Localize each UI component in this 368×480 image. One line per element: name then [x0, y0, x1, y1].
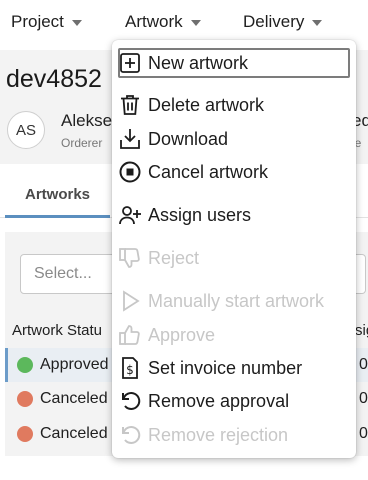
play-icon [118, 289, 142, 313]
menu-item-remove-approval[interactable]: Remove approval [118, 386, 350, 416]
user-name: Alekse [61, 111, 113, 130]
menu-item-cancel-artwork[interactable]: Cancel artwork [118, 157, 350, 187]
status-dot-approved [17, 357, 33, 373]
plus-square-icon [118, 51, 142, 75]
menu-item-manually-start-artwork[interactable]: Manually start artwork [118, 286, 350, 316]
stop-circle-icon [118, 160, 142, 184]
menu-item-set-invoice-number[interactable]: $ Set invoice number [118, 353, 350, 383]
menu-item-label: Approve [148, 324, 216, 345]
menu-item-label: Remove approval [148, 390, 290, 411]
menu-item-label: Delete artwork [148, 94, 265, 115]
status-dot-canceled [17, 391, 33, 407]
caret-down-icon [71, 20, 82, 26]
menu-bar: Project Artwork Delivery [0, 0, 368, 44]
menu-item-label: Remove rejection [148, 424, 289, 445]
delivery-menu-trigger[interactable]: Delivery [243, 10, 323, 34]
thumbs-up-icon [118, 323, 142, 347]
caret-down-icon [190, 20, 201, 26]
undo-icon [118, 389, 142, 413]
artwork-menu-dropdown: New artwork Delete artwork Download Canc… [112, 40, 356, 458]
active-tab-indicator [5, 215, 110, 218]
status-label: Canceled [40, 390, 108, 407]
delivery-menu-label: Delivery [243, 12, 305, 31]
menu-item-new-artwork[interactable]: New artwork [118, 48, 350, 78]
download-icon [118, 127, 142, 151]
menu-item-assign-users[interactable]: Assign users [118, 200, 350, 230]
row-date: 0/1 [359, 425, 368, 442]
tab-artworks[interactable]: Artworks [5, 170, 110, 218]
status-dot-canceled [17, 426, 33, 442]
menu-item-label: New artwork [148, 52, 249, 73]
menu-item-label: Manually start artwork [148, 290, 325, 311]
menu-item-label: Cancel artwork [148, 161, 269, 182]
thumbs-down-icon [118, 246, 142, 270]
page-title: dev4852 [6, 65, 102, 93]
menu-item-reject[interactable]: Reject [118, 243, 350, 273]
svg-text:$: $ [126, 363, 134, 377]
menu-item-label: Set invoice number [148, 357, 303, 378]
artwork-menu-trigger[interactable]: Artwork [125, 10, 201, 34]
column-header-status[interactable]: Artwork Statu [12, 322, 102, 339]
caret-down-icon [312, 20, 323, 26]
menu-item-label: Assign users [148, 204, 252, 225]
project-menu-label: Project [11, 12, 64, 31]
undo-icon [118, 423, 142, 447]
menu-item-delete-artwork[interactable]: Delete artwork [118, 90, 350, 120]
status-label: Canceled [40, 425, 108, 442]
selected-row-indicator [5, 348, 8, 382]
page: Project Artwork Delivery dev4852 AS Alek… [0, 0, 368, 480]
menu-item-label: Download [148, 128, 229, 149]
trash-icon [118, 93, 142, 117]
menu-item-download[interactable]: Download [118, 124, 350, 154]
project-menu-trigger[interactable]: Project [11, 10, 82, 34]
user-role: Orderer [61, 136, 103, 150]
menu-item-label: Reject [148, 247, 200, 268]
column-header-assigned[interactable]: sig [355, 322, 368, 339]
row-date: 0/1 [359, 356, 368, 373]
menu-item-approve[interactable]: Approve [118, 320, 350, 350]
status-label: Approved [40, 356, 109, 373]
row-date: 0/0 [359, 390, 368, 407]
invoice-icon: $ [118, 356, 142, 380]
user-plus-icon [118, 203, 142, 227]
menu-item-remove-rejection[interactable]: Remove rejection [118, 420, 350, 450]
avatar[interactable]: AS [7, 111, 45, 149]
artwork-menu-label: Artwork [125, 12, 183, 31]
